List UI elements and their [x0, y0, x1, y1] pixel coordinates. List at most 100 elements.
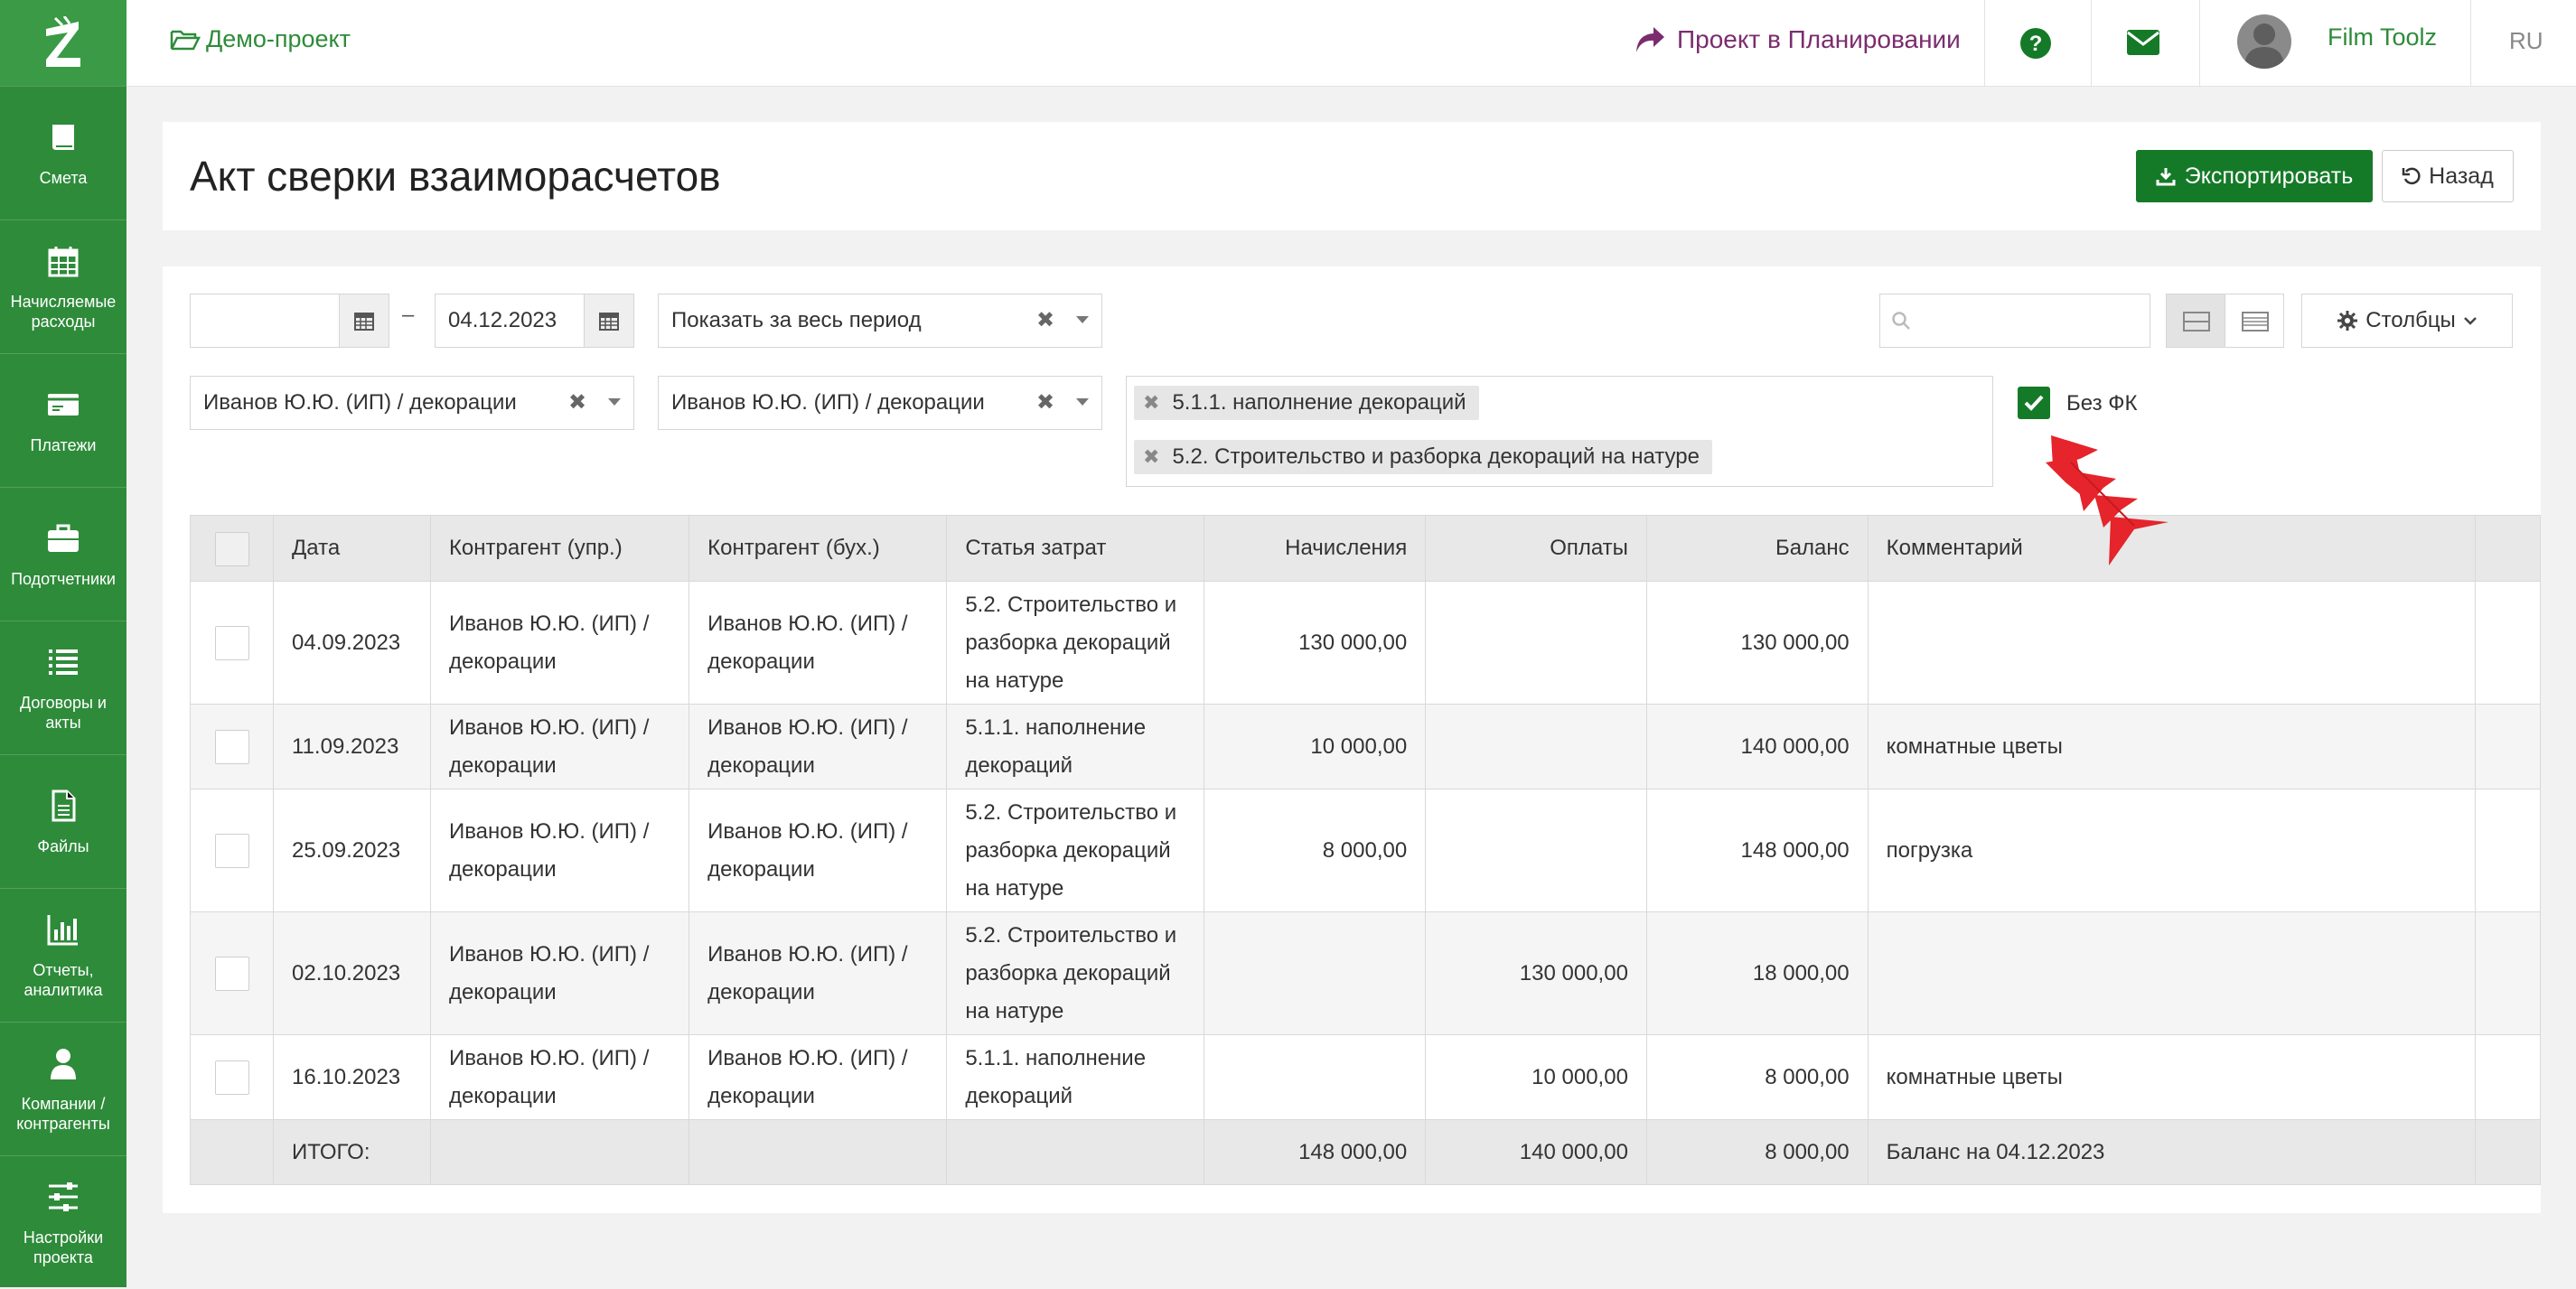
totals-label: ИТОГО: — [273, 1119, 431, 1185]
counterparty-acc-select[interactable]: Иванов Ю.Ю. (ИП) / декорации ✖ — [658, 376, 1102, 430]
empty-cell — [688, 1119, 948, 1185]
empty-cell — [946, 1119, 1205, 1185]
export-button[interactable]: Экспортировать — [2136, 150, 2373, 202]
mail-icon[interactable] — [2126, 29, 2160, 61]
calendar-icon — [48, 246, 79, 276]
page-title: Акт сверки взаиморасчетов — [190, 153, 721, 200]
clear-icon[interactable]: ✖ — [1036, 307, 1054, 333]
chevron-down-icon[interactable] — [608, 398, 621, 406]
row-checkbox[interactable] — [214, 1060, 249, 1096]
sidebar-item-settings[interactable]: Настройки проекта — [0, 1155, 126, 1289]
balance-cell: 8 000,00 — [1645, 1034, 1869, 1120]
sidebar-item-files[interactable]: Файлы — [0, 754, 126, 888]
breadcrumb[interactable]: Демо-проект — [170, 25, 351, 53]
cost-item-tag[interactable]: ✖ 5.2. Строительство и разборка декораци… — [1134, 440, 1712, 474]
download-icon — [2156, 168, 2176, 186]
column-header[interactable]: Контрагент (бух.) — [688, 515, 948, 582]
chevron-down-icon[interactable] — [1076, 398, 1089, 406]
view-compact-toggle[interactable] — [2166, 294, 2225, 348]
cost-item-cell: 5.2. Строительство и разборка декораций … — [946, 789, 1205, 912]
credit-card-icon — [48, 393, 79, 416]
row-checkbox[interactable] — [214, 957, 249, 992]
sliders-icon — [49, 1182, 78, 1211]
view-expanded-toggle[interactable] — [2225, 294, 2284, 348]
comment-cell: комнатные цветы — [1867, 1034, 2477, 1120]
bar-chart-icon — [47, 914, 78, 945]
no-fk-label[interactable]: Без ФК — [2066, 391, 2137, 416]
row-select-cell — [189, 704, 275, 789]
comment-cell: комнатные цветы — [1867, 704, 2477, 789]
clear-icon[interactable]: ✖ — [568, 389, 586, 416]
remove-tag-icon[interactable]: ✖ — [1143, 391, 1159, 415]
sidebar-item-payments[interactable]: Платежи — [0, 353, 126, 487]
cost-items-multiselect[interactable]: ✖ 5.1.1. наполнение декораций ✖ 5.2. Стр… — [1126, 376, 1993, 487]
help-icon[interactable]: ? — [2019, 27, 2052, 64]
table-row[interactable]: 16.10.2023 Иванов Ю.Ю. (ИП) / декорации … — [189, 1034, 2541, 1120]
column-header[interactable]: Комментарий — [1867, 515, 2477, 582]
annotation-arrow-icon — [2046, 435, 2169, 565]
table-row[interactable]: 02.10.2023 Иванов Ю.Ю. (ИП) / декорации … — [189, 911, 2541, 1035]
folder-open-icon — [170, 30, 201, 50]
table-row[interactable]: 04.09.2023 Иванов Ю.Ю. (ИП) / декорации … — [189, 581, 2541, 705]
sidebar-item-accrued-expenses[interactable]: Начисляемые расходы — [0, 220, 126, 353]
payment-cell: 10 000,00 — [1425, 1034, 1647, 1120]
date-to-field[interactable]: 04.12.2023 — [435, 294, 634, 348]
app-logo[interactable] — [0, 0, 126, 86]
share-arrow-icon — [1636, 27, 1664, 52]
select-all-checkbox[interactable] — [214, 531, 249, 566]
divider — [2199, 0, 2200, 86]
row-checkbox[interactable] — [214, 834, 249, 869]
date-range-dash: – — [402, 303, 415, 327]
main-panel: – 04.12.2023 Показать за весь период ✖ С… — [163, 266, 2541, 1213]
sidebar-item-accountables[interactable]: Подотчетники — [0, 487, 126, 621]
logo-icon — [46, 15, 80, 67]
empty-cell — [2475, 1034, 2541, 1120]
user-name[interactable]: Film Toolz — [2328, 23, 2437, 51]
calendar-button[interactable] — [584, 294, 634, 348]
date-from-field[interactable] — [190, 294, 389, 348]
gear-icon — [2337, 311, 2358, 331]
reconciliation-table: Дата Контрагент (упр.) Контрагент (бух.)… — [189, 515, 2541, 1185]
cp-mgmt-cell: Иванов Ю.Ю. (ИП) / декорации — [429, 581, 690, 705]
no-fk-checkbox[interactable] — [2018, 387, 2050, 419]
project-status-link[interactable]: Проект в Планировании — [1634, 25, 1961, 54]
search-input[interactable] — [1879, 294, 2150, 348]
back-label: Назад — [2429, 163, 2494, 189]
column-header[interactable]: Оплаты — [1425, 515, 1647, 582]
column-header[interactable]: Статья затрат — [946, 515, 1205, 582]
sidebar-item-companies[interactable]: Компании / контрагенты — [0, 1022, 126, 1155]
cost-item-tag[interactable]: ✖ 5.1.1. наполнение декораций — [1134, 386, 1479, 420]
cp-acc-cell: Иванов Ю.Ю. (ИП) / декорации — [688, 911, 948, 1035]
date-cell: 25.09.2023 — [273, 789, 431, 912]
date-cell: 16.10.2023 — [273, 1034, 431, 1120]
sidebar-item-reports[interactable]: Отчеты, аналитика — [0, 888, 126, 1022]
columns-button[interactable]: Столбцы — [2301, 294, 2513, 348]
row-checkbox[interactable] — [214, 730, 249, 765]
chevron-down-icon[interactable] — [1076, 316, 1089, 323]
avatar[interactable] — [2237, 14, 2291, 69]
empty-cell — [2475, 789, 2541, 912]
balance-cell: 140 000,00 — [1645, 704, 1869, 789]
back-button[interactable]: Назад — [2382, 150, 2514, 202]
remove-tag-icon[interactable]: ✖ — [1143, 445, 1159, 469]
column-header[interactable]: Дата — [273, 515, 431, 582]
counterparty-mgmt-select[interactable]: Иванов Ю.Ю. (ИП) / декорации ✖ — [190, 376, 634, 430]
book-icon — [52, 124, 74, 150]
calendar-button[interactable] — [339, 294, 389, 348]
column-header[interactable]: Начисления — [1204, 515, 1427, 582]
table-header-row: Дата Контрагент (упр.) Контрагент (бух.)… — [189, 515, 2541, 582]
date-cell: 11.09.2023 — [273, 704, 431, 789]
empty-cell — [189, 1119, 275, 1185]
table-row[interactable]: 11.09.2023 Иванов Ю.Ю. (ИП) / декорации … — [189, 704, 2541, 789]
clear-icon[interactable]: ✖ — [1036, 389, 1054, 416]
column-header[interactable]: Баланс — [1645, 515, 1869, 582]
period-select[interactable]: Показать за весь период ✖ — [658, 294, 1102, 348]
row-select-cell — [189, 789, 275, 912]
column-header[interactable]: Контрагент (упр.) — [429, 515, 690, 582]
row-checkbox[interactable] — [214, 626, 249, 661]
sidebar-item-contracts[interactable]: Договоры и акты — [0, 621, 126, 754]
language-switch[interactable]: RU — [2509, 27, 2543, 55]
table-row[interactable]: 25.09.2023 Иванов Ю.Ю. (ИП) / декорации … — [189, 789, 2541, 912]
counterparty-acc-value: Иванов Ю.Ю. (ИП) / декорации — [671, 390, 985, 415]
sidebar-item-estimate[interactable]: Смета — [0, 86, 126, 220]
